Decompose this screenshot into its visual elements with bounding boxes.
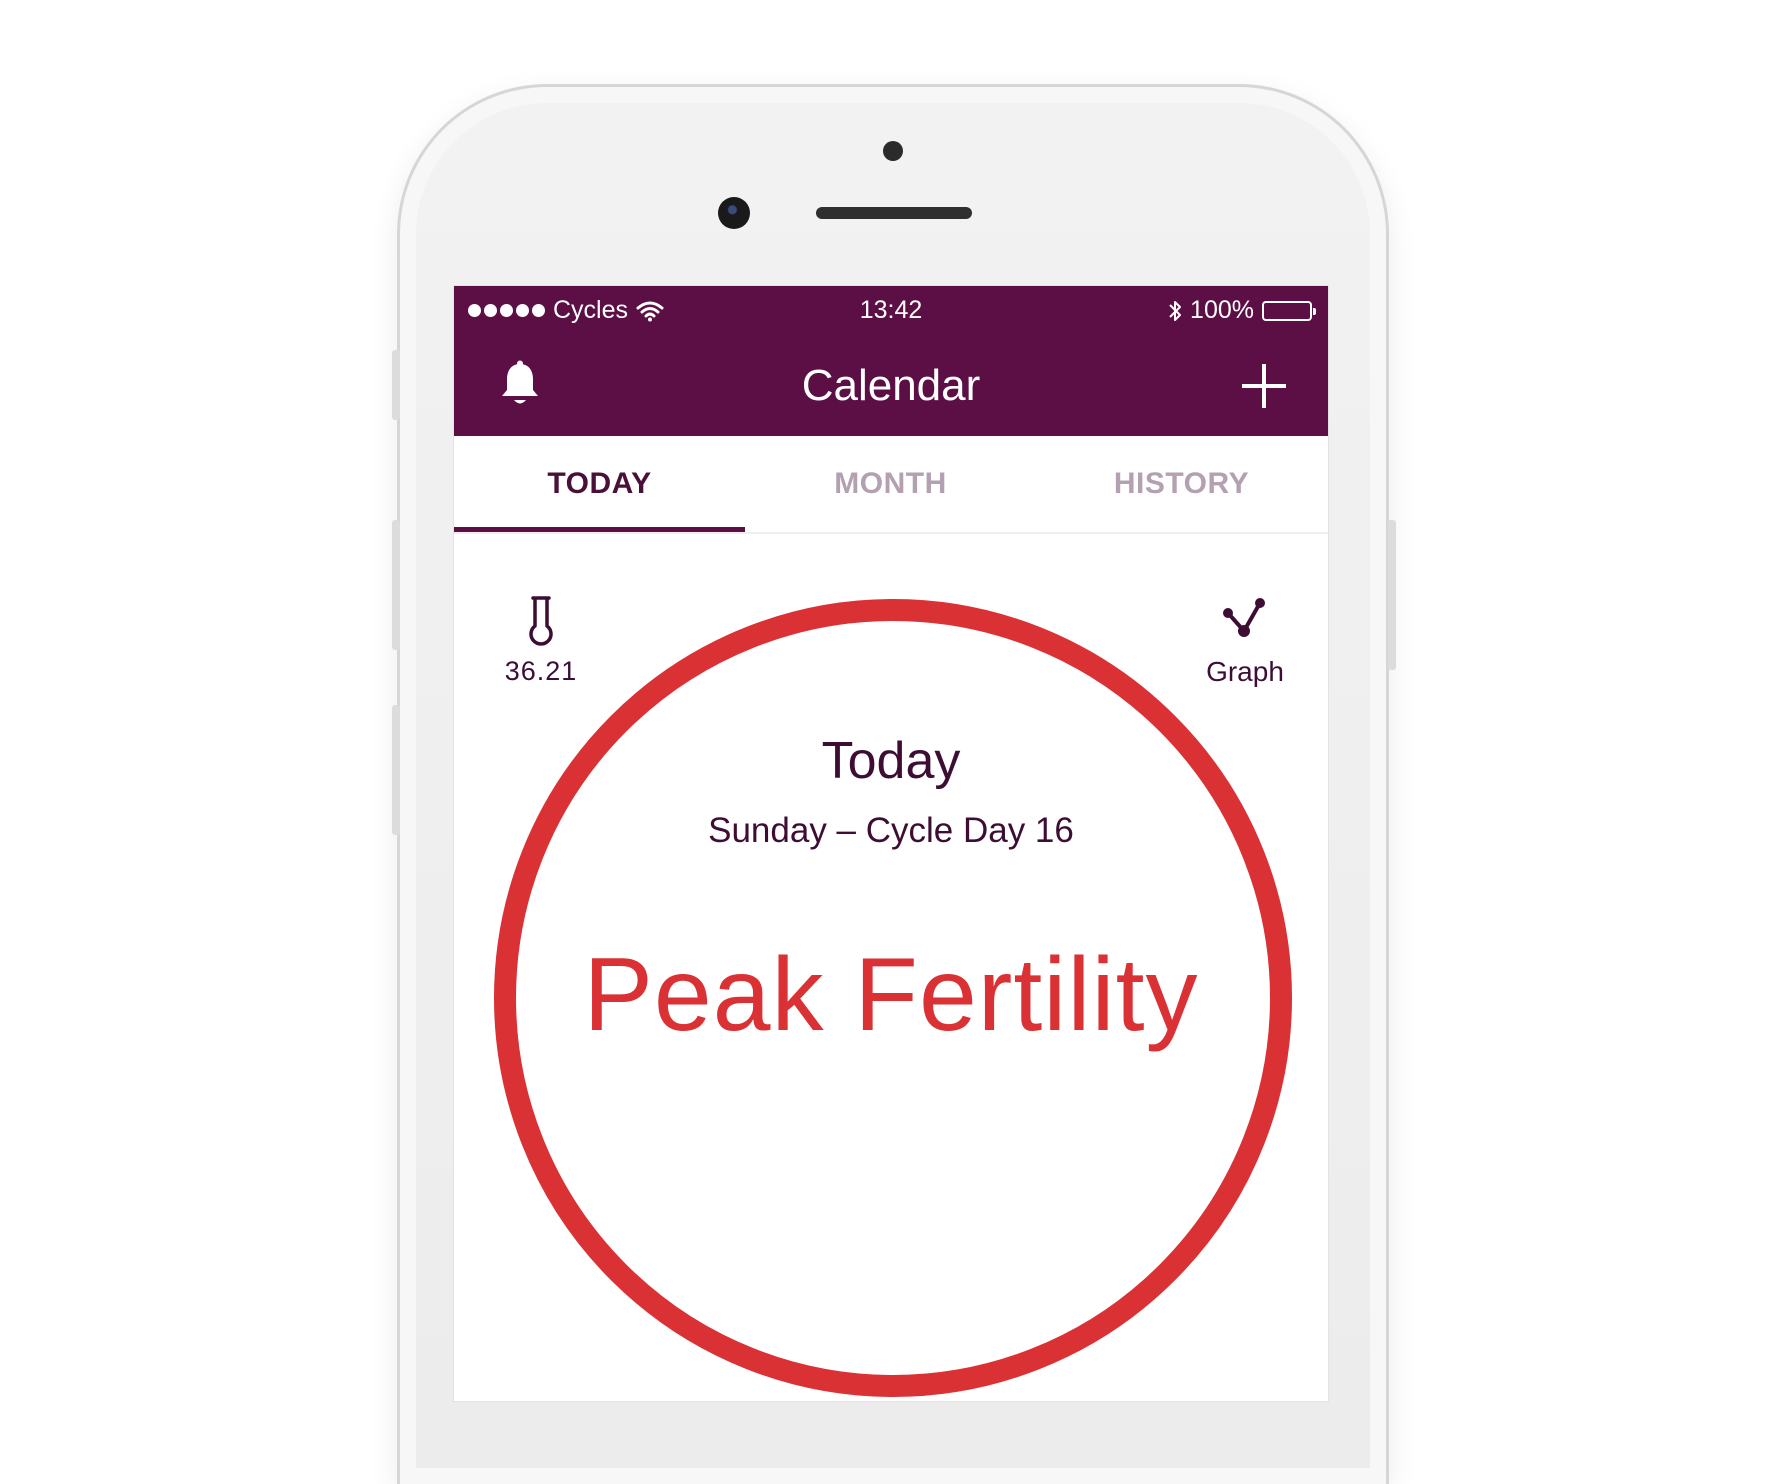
app-screen: Cycles 13:42 100% Calendar TODAY MONTH H… [453, 285, 1329, 1402]
graph-label[interactable]: Graph [1190, 656, 1300, 688]
active-tab-indicator [454, 527, 745, 532]
proximity-sensor [883, 141, 903, 161]
front-camera [718, 197, 750, 229]
status-bar: Cycles 13:42 100% [454, 286, 1328, 332]
fertility-status: Peak Fertility [583, 937, 1199, 1053]
earpiece-speaker [816, 207, 972, 219]
mute-switch [392, 350, 400, 420]
status-right: 100% [1168, 296, 1316, 325]
volume-down-button [392, 705, 400, 835]
tab-bar: TODAY MONTH HISTORY [454, 436, 1328, 534]
day-title: Today [821, 732, 961, 790]
page-title: Calendar [801, 361, 981, 410]
cycle-day-subtitle: Sunday – Cycle Day 16 [708, 811, 1074, 850]
tab-today[interactable]: TODAY [454, 436, 745, 532]
app-header: Cycles 13:42 100% Calendar [454, 286, 1328, 436]
volume-up-button [392, 520, 400, 650]
add-icon[interactable] [1240, 362, 1288, 410]
battery-icon [1262, 300, 1316, 321]
tab-month[interactable]: MONTH [745, 436, 1036, 532]
power-button [1388, 520, 1396, 670]
bluetooth-icon [1169, 300, 1182, 321]
graph-icon[interactable] [1222, 597, 1266, 641]
thermometer-icon[interactable] [523, 594, 559, 646]
temperature-value[interactable]: 36.21 [486, 656, 596, 687]
battery-percent: 100% [1190, 296, 1254, 324]
tab-history[interactable]: HISTORY [1036, 436, 1327, 532]
